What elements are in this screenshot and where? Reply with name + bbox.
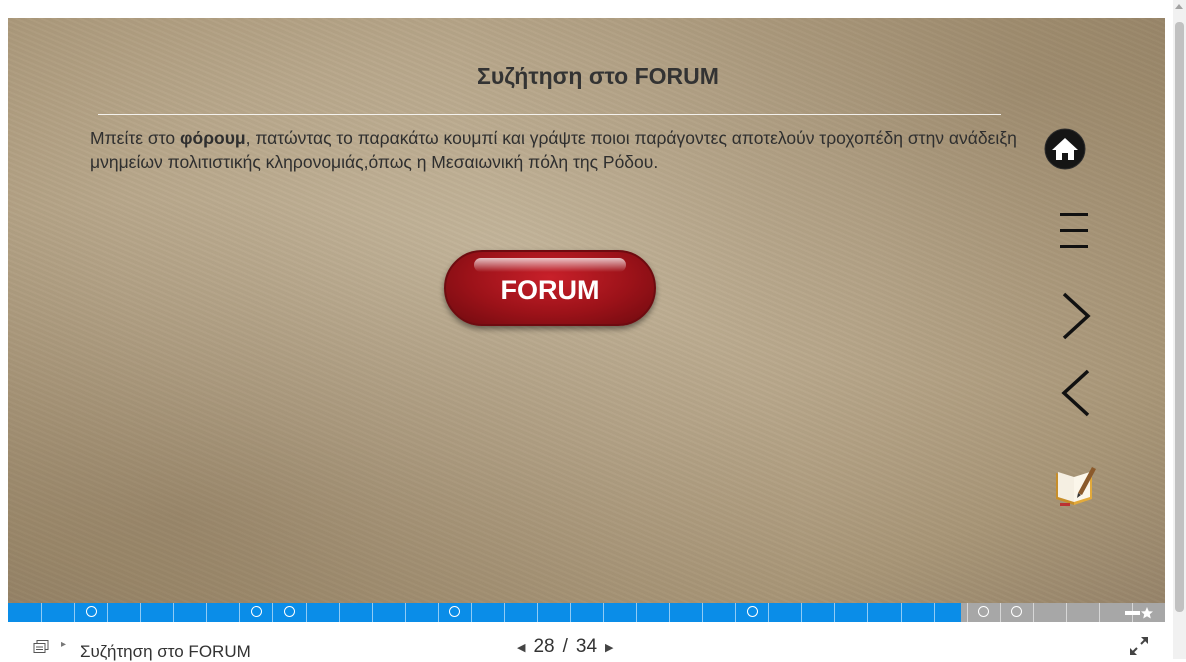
forum-button-label: FORUM bbox=[500, 274, 600, 305]
home-button[interactable] bbox=[1043, 127, 1087, 171]
breadcrumb-separator: ▸ bbox=[61, 639, 67, 650]
notes-button[interactable] bbox=[1048, 459, 1100, 509]
progress-tick bbox=[967, 603, 968, 622]
body-text-bold: φόρουμ bbox=[179, 128, 246, 148]
scroll-up-arrow-icon[interactable] bbox=[1175, 4, 1183, 9]
progress-tick bbox=[405, 603, 406, 622]
scroll-thumb[interactable] bbox=[1175, 22, 1184, 612]
breadcrumb: Συζήτηση στο FORUM bbox=[80, 642, 251, 661]
progress-tick bbox=[504, 603, 505, 622]
progress-tick bbox=[901, 603, 902, 622]
progress-tick bbox=[1099, 603, 1100, 622]
body-text-part1: Μπείτε στο bbox=[90, 128, 180, 148]
progress-tick bbox=[537, 603, 538, 622]
progress-tick bbox=[834, 603, 835, 622]
next-arrow-icon bbox=[1062, 292, 1091, 340]
progress-marker[interactable] bbox=[449, 606, 460, 617]
progress-tick bbox=[867, 603, 868, 622]
progress-tick bbox=[1066, 603, 1067, 622]
slide-progress-bar[interactable] bbox=[8, 603, 1165, 622]
page-navigator: ◀ 28 / 34 ▶ bbox=[517, 636, 614, 658]
progress-tick bbox=[438, 603, 439, 622]
progress-tick bbox=[1033, 603, 1034, 622]
progress-tick bbox=[140, 603, 141, 622]
page-next-icon[interactable]: ▶ bbox=[605, 641, 613, 654]
progress-tick bbox=[768, 603, 769, 622]
progress-tick bbox=[239, 603, 240, 622]
progress-tick bbox=[1000, 603, 1001, 622]
progress-tick bbox=[636, 603, 637, 622]
forum-button[interactable]: FORUM bbox=[444, 250, 656, 326]
progress-tick bbox=[372, 603, 373, 622]
slides-list-icon[interactable] bbox=[33, 640, 49, 654]
notes-book-icon bbox=[1056, 467, 1096, 506]
progress-tick bbox=[41, 603, 42, 622]
progress-tick bbox=[669, 603, 670, 622]
progress-ticks bbox=[8, 603, 1165, 622]
progress-tick bbox=[272, 603, 273, 622]
progress-marker[interactable] bbox=[747, 606, 758, 617]
progress-tick bbox=[107, 603, 108, 622]
page-separator: / bbox=[562, 636, 568, 657]
progress-tick bbox=[206, 603, 207, 622]
title-divider bbox=[98, 114, 1001, 115]
progress-tick bbox=[702, 603, 703, 622]
menu-icon bbox=[1060, 213, 1088, 248]
slide-body-text: Μπείτε στο φόρουμ, πατώντας το παρακάτω … bbox=[90, 126, 1020, 174]
progress-tick bbox=[570, 603, 571, 622]
menu-button[interactable] bbox=[1054, 208, 1094, 254]
bookmark-star-icon[interactable] bbox=[1125, 607, 1155, 619]
progress-marker[interactable] bbox=[284, 606, 295, 617]
page-total: 34 bbox=[575, 636, 598, 657]
home-icon bbox=[1044, 128, 1086, 170]
progress-tick bbox=[735, 603, 736, 622]
progress-marker[interactable] bbox=[978, 606, 989, 617]
progress-marker[interactable] bbox=[1011, 606, 1022, 617]
progress-marker[interactable] bbox=[86, 606, 97, 617]
progress-tick bbox=[934, 603, 935, 622]
progress-tick bbox=[801, 603, 802, 622]
progress-tick bbox=[74, 603, 75, 622]
slide-canvas: Συζήτηση στο FORUM Μπείτε στο φόρουμ, πα… bbox=[8, 18, 1165, 603]
progress-tick bbox=[471, 603, 472, 622]
bottom-bar: ▸ Συζήτηση στο FORUM ◀ 28 / 34 ▶ bbox=[0, 622, 1165, 661]
fullscreen-icon[interactable] bbox=[1128, 635, 1150, 657]
progress-tick bbox=[339, 603, 340, 622]
progress-tick bbox=[603, 603, 604, 622]
previous-button[interactable] bbox=[1056, 365, 1096, 421]
progress-marker[interactable] bbox=[251, 606, 262, 617]
page-scrollbar[interactable] bbox=[1173, 0, 1186, 659]
previous-arrow-icon bbox=[1061, 369, 1090, 417]
slide-title: Συζήτηση στο FORUM bbox=[477, 63, 719, 89]
progress-tick bbox=[173, 603, 174, 622]
page-prev-icon[interactable]: ◀ bbox=[517, 641, 525, 654]
progress-tick bbox=[306, 603, 307, 622]
page-current: 28 bbox=[533, 636, 555, 657]
next-button[interactable] bbox=[1056, 288, 1096, 344]
